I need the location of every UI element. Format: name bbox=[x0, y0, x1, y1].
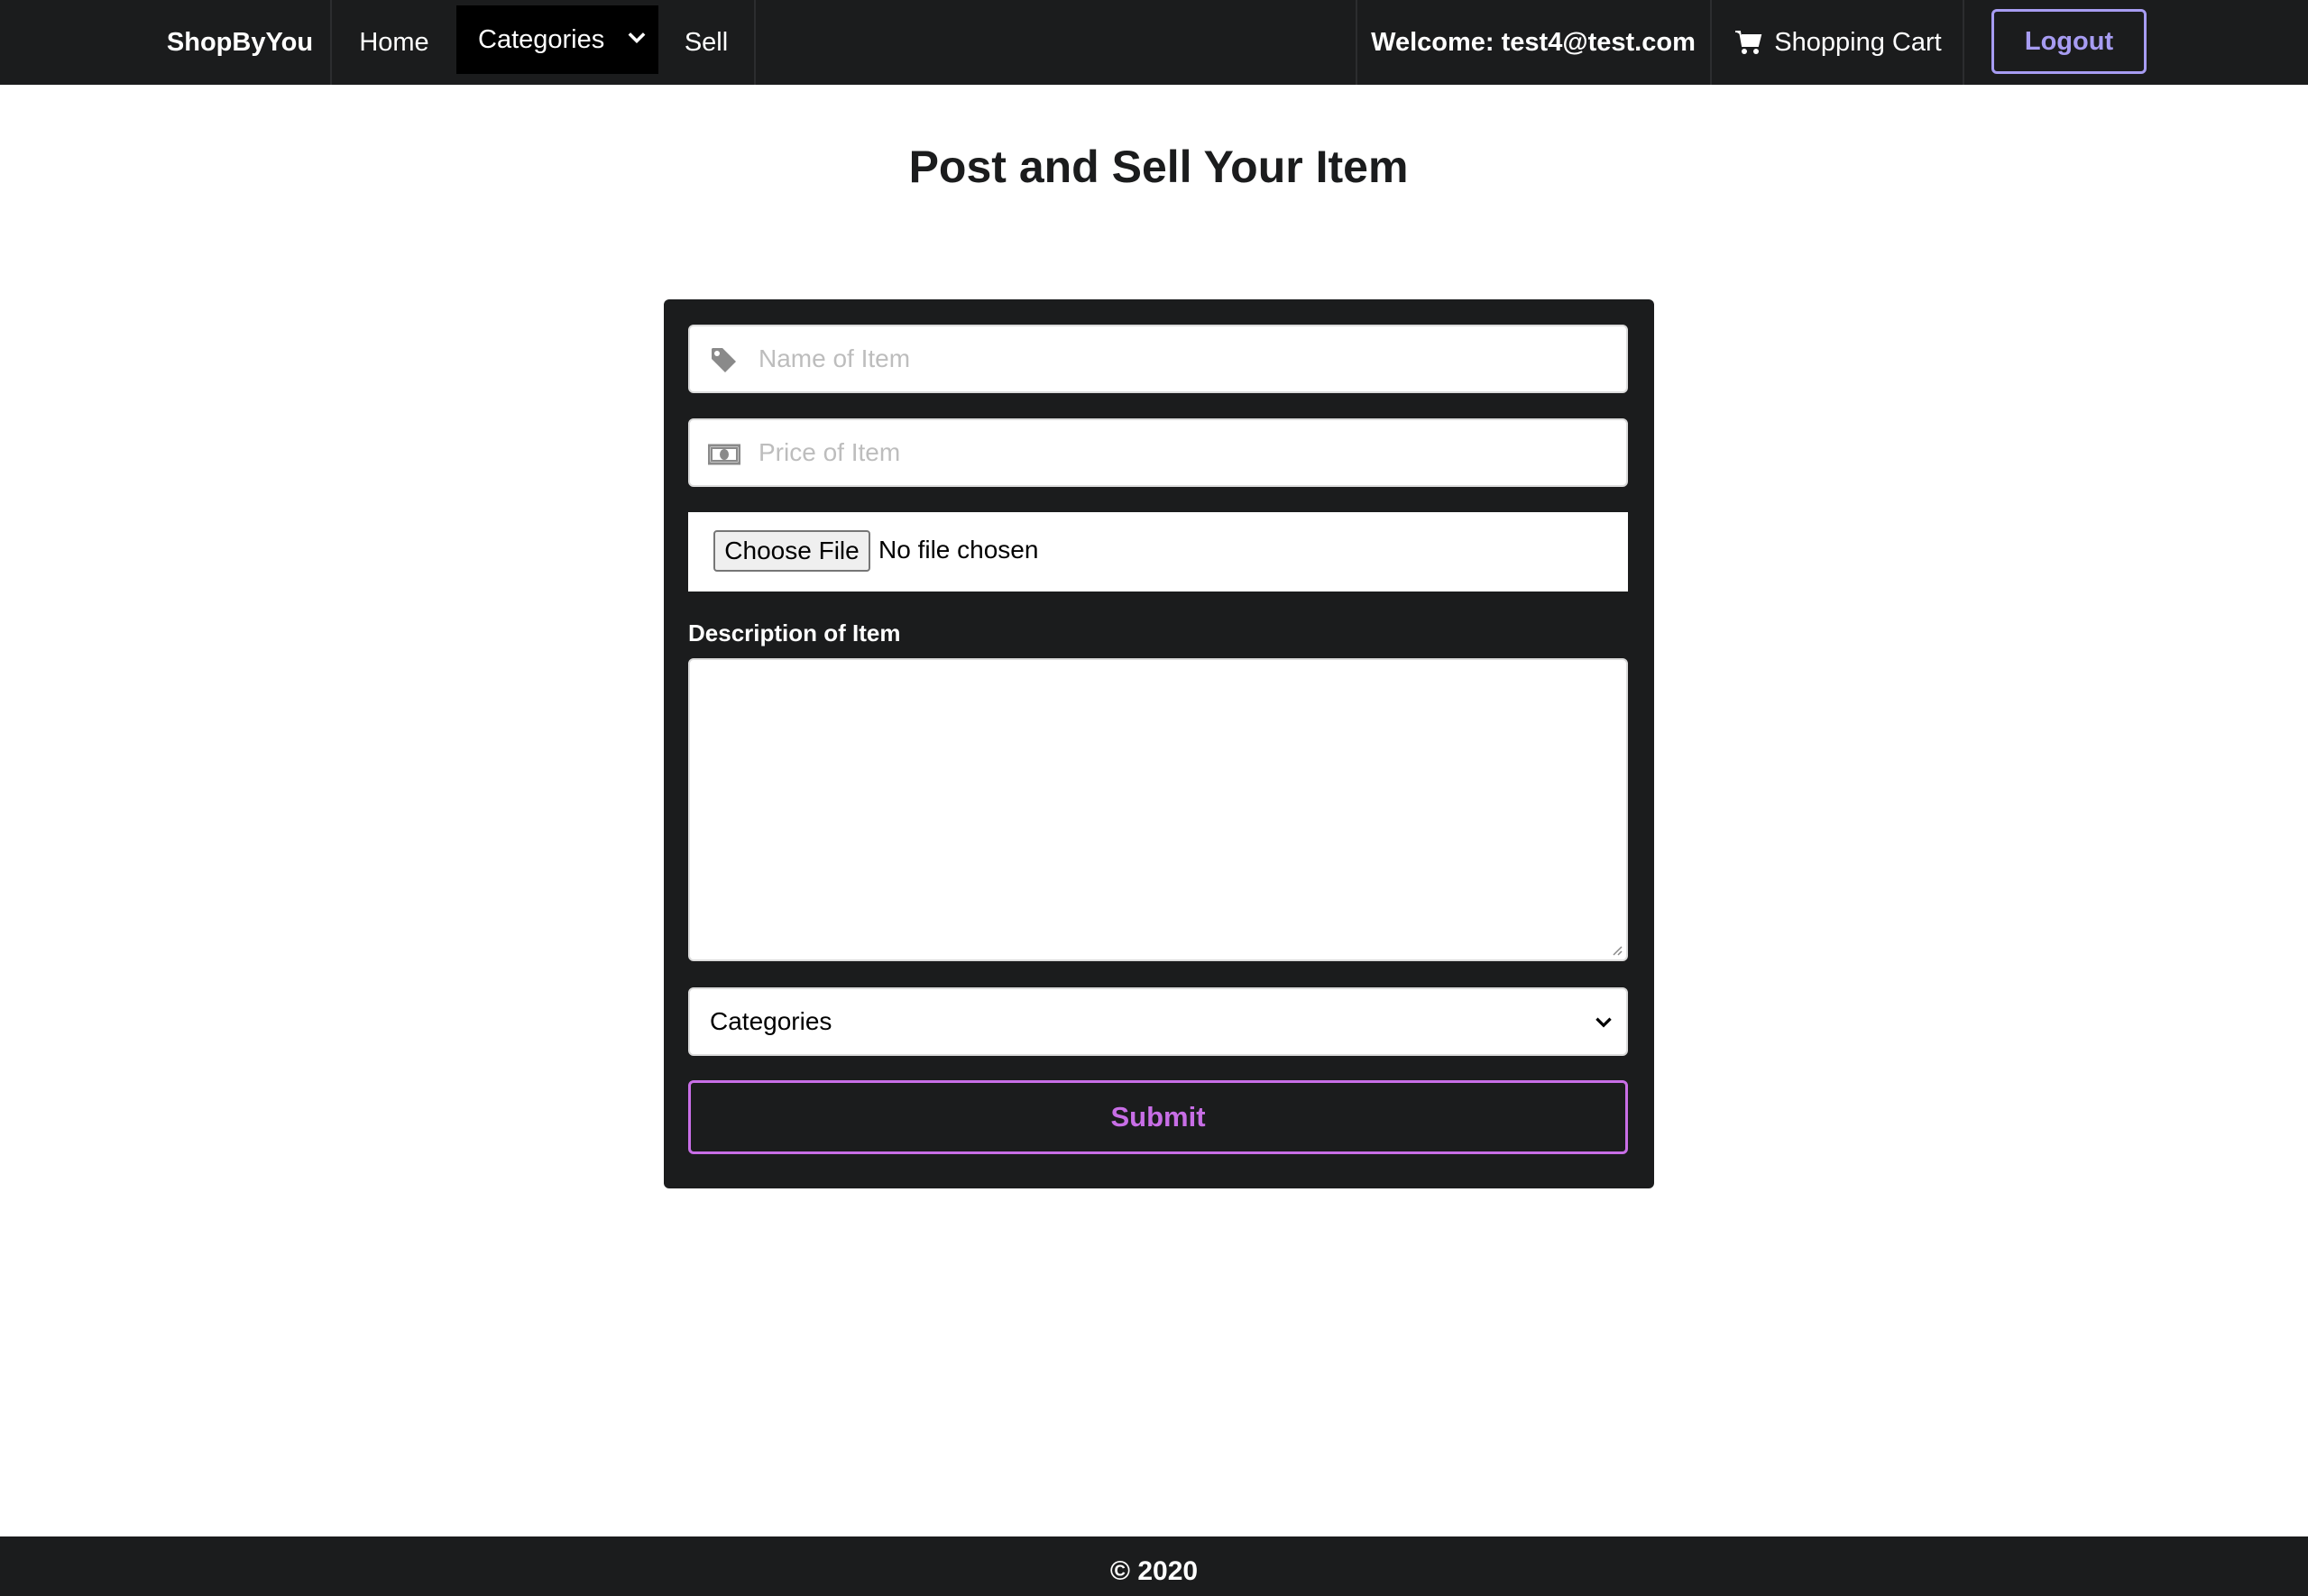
shopping-cart-link[interactable]: Shopping Cart bbox=[1713, 0, 1963, 85]
categories-dropdown[interactable]: Categories bbox=[456, 5, 658, 74]
categories-dropdown-label: Categories bbox=[478, 24, 605, 54]
welcome-text: Welcome: test4@test.com bbox=[1371, 27, 1696, 57]
copyright-text: © 2020 bbox=[1109, 1556, 1199, 1586]
tag-icon bbox=[712, 348, 736, 372]
description-label: Description of Item bbox=[688, 619, 901, 647]
nav-divider bbox=[330, 0, 332, 85]
category-select-value: Categories bbox=[710, 1007, 832, 1035]
sell-link[interactable]: Sell bbox=[658, 0, 754, 85]
nav-divider bbox=[1710, 0, 1712, 85]
nav-divider bbox=[754, 0, 756, 85]
item-price-input[interactable]: Price of Item bbox=[688, 418, 1628, 487]
file-status-text: No file chosen bbox=[878, 536, 1039, 564]
item-price-placeholder: Price of Item bbox=[759, 438, 901, 466]
choose-file-button[interactable]: Choose File bbox=[713, 530, 870, 572]
logout-button[interactable]: Logout bbox=[1991, 9, 2147, 74]
item-name-input[interactable]: Name of Item bbox=[688, 325, 1628, 393]
description-textarea[interactable] bbox=[688, 658, 1628, 961]
category-select[interactable]: Categories bbox=[688, 987, 1628, 1056]
footer: © 2020 bbox=[0, 1536, 2308, 1596]
submit-button[interactable]: Submit bbox=[688, 1080, 1628, 1154]
sell-item-form: Name of Item Price of Item Choose File N… bbox=[664, 299, 1654, 1188]
cart-icon bbox=[1735, 31, 1762, 54]
nav-divider bbox=[1963, 0, 1964, 85]
money-bill-icon bbox=[708, 444, 740, 465]
page-title: Post and Sell Your Item bbox=[908, 142, 1409, 192]
shopping-cart-label: Shopping Cart bbox=[1774, 27, 1942, 57]
navbar: ShopByYou Home Categories Sell Welcome: … bbox=[0, 0, 2308, 85]
chevron-down-icon bbox=[1595, 1017, 1612, 1028]
chevron-down-icon bbox=[628, 32, 646, 43]
item-name-placeholder: Name of Item bbox=[759, 344, 911, 372]
home-link[interactable]: Home bbox=[333, 0, 455, 85]
resize-grip-icon[interactable] bbox=[1610, 943, 1623, 956]
brand-link[interactable]: ShopByYou bbox=[150, 0, 330, 85]
item-image-file-input: Choose File No file chosen bbox=[688, 512, 1628, 592]
